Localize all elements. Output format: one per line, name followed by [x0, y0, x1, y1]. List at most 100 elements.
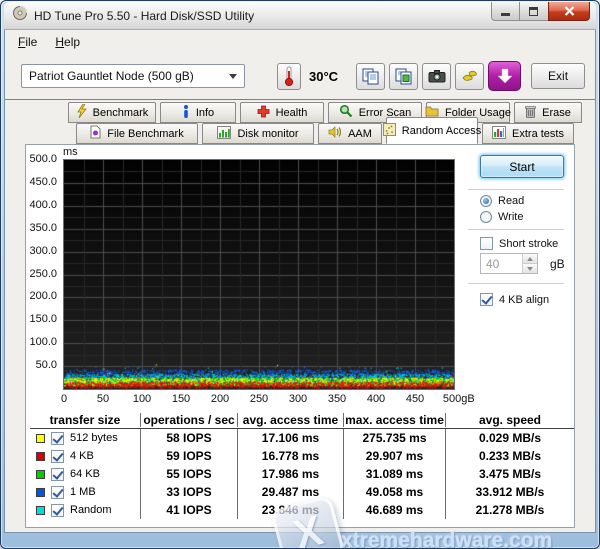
header-avg-access: avg. access time	[237, 413, 343, 427]
iops-value: 59 IOPS	[140, 447, 237, 465]
close-button[interactable]	[548, 2, 590, 21]
download-update-button[interactable]	[488, 61, 521, 91]
y-tick: 500.0	[29, 153, 57, 165]
minimize-icon	[501, 7, 511, 16]
tab-info[interactable]: Info	[160, 102, 236, 123]
y-tick: 150.0	[29, 313, 57, 325]
health-cross-icon	[257, 105, 270, 121]
radio-write[interactable]	[480, 211, 492, 223]
short-stroke-size-value[interactable]: 40	[481, 254, 522, 273]
tab-file-benchmark[interactable]: File Benchmark	[76, 123, 198, 144]
start-button[interactable]: Start	[480, 155, 564, 178]
read-label: Read	[498, 195, 524, 207]
tab-random-access[interactable]: Random Access	[386, 117, 478, 144]
avg-speed-value: 21.278 MB/s	[445, 501, 574, 519]
avg-speed-value: 3.475 MB/s	[445, 465, 574, 483]
series-checkbox[interactable]	[51, 450, 64, 463]
series-label: 4 KB	[70, 450, 94, 462]
spin-down-button[interactable]	[523, 263, 537, 273]
y-tick: 350.0	[29, 222, 57, 234]
x-tick: 100	[133, 393, 151, 405]
x-tick: 350	[328, 393, 346, 405]
triangle-up-icon	[527, 257, 533, 261]
down-arrow-icon	[497, 68, 513, 84]
avg-access-value: 23.846 ms	[237, 501, 343, 519]
results-table: transfer size operations / sec avg. acce…	[30, 411, 574, 519]
temperature-value: 30°C	[309, 69, 338, 84]
drive-select-dropdown[interactable]: Patriot Gauntlet Node (500 gB)	[21, 64, 245, 88]
align-option[interactable]: 4 KB align	[480, 293, 549, 306]
screenshot-button[interactable]	[422, 63, 451, 90]
drive-select-value: Patriot Gauntlet Node (500 gB)	[29, 69, 194, 83]
maximize-icon	[529, 7, 539, 16]
x-tick: 50	[97, 393, 109, 405]
tab-disk-monitor[interactable]: Disk monitor	[202, 123, 314, 144]
short-stroke-option[interactable]: Short stroke	[480, 237, 558, 250]
header-avg-speed: avg. speed	[445, 413, 574, 427]
short-stroke-unit: gB	[550, 257, 565, 271]
tab-extra-tests[interactable]: Extra tests	[482, 123, 574, 144]
max-access-value: 49.058 ms	[343, 483, 445, 501]
file-page-icon	[90, 125, 101, 142]
x-tick: 450	[406, 393, 424, 405]
short-stroke-size-spinner[interactable]: 40	[480, 253, 538, 274]
donate-button[interactable]	[455, 63, 484, 90]
tab-label: Random Access	[402, 125, 481, 137]
camera-icon	[428, 69, 446, 83]
table-row: 64 KB 55 IOPS 17.986 ms 31.089 ms 3.475 …	[30, 465, 574, 483]
iops-value: 58 IOPS	[140, 429, 237, 447]
menu-file[interactable]: File	[9, 32, 46, 52]
exit-button[interactable]: Exit	[531, 63, 585, 89]
tab-row-1: Benchmark Info Health Error Scan Folder …	[68, 102, 582, 123]
series-checkbox[interactable]	[51, 432, 64, 445]
read-option[interactable]: Read	[480, 195, 524, 207]
y-tick: 250.0	[29, 268, 57, 280]
y-axis-unit: ms	[63, 146, 78, 158]
avg-speed-value: 33.912 MB/s	[445, 483, 574, 501]
results-table-header: transfer size operations / sec avg. acce…	[30, 411, 574, 429]
short-stroke-checkbox[interactable]	[480, 237, 493, 250]
copy-image-icon	[395, 68, 413, 85]
copy-image-button[interactable]	[389, 63, 418, 90]
menu-help[interactable]: Help	[46, 32, 89, 52]
x-tick: 0	[61, 393, 67, 405]
write-option[interactable]: Write	[480, 211, 523, 223]
header-operations: operations / sec	[140, 413, 237, 427]
window-title: HD Tune Pro 5.50 - Hard Disk/SSD Utility	[34, 9, 254, 23]
x-tick: 200	[211, 393, 229, 405]
tab-label: Extra tests	[512, 128, 564, 140]
speaker-icon	[328, 126, 342, 141]
align-label: 4 KB align	[499, 294, 549, 306]
series-checkbox[interactable]	[51, 504, 64, 517]
tab-erase[interactable]: Erase	[514, 102, 582, 123]
avg-speed-value: 0.029 MB/s	[445, 429, 574, 447]
align-checkbox[interactable]	[480, 293, 493, 306]
table-row: 1 MB 33 IOPS 29.487 ms 49.058 ms 33.912 …	[30, 483, 574, 501]
tab-label: Health	[276, 107, 308, 119]
spin-up-button[interactable]	[523, 254, 537, 263]
max-access-value: 31.089 ms	[343, 465, 445, 483]
title-bar[interactable]: HD Tune Pro 5.50 - Hard Disk/SSD Utility	[4, 2, 596, 30]
series-label: 64 KB	[70, 468, 100, 480]
write-label: Write	[498, 211, 523, 223]
radio-read[interactable]	[480, 195, 492, 207]
tab-benchmark[interactable]: Benchmark	[68, 102, 156, 123]
tab-aam[interactable]: AAM	[318, 123, 382, 144]
triangle-down-icon	[527, 267, 533, 271]
info-icon	[182, 105, 190, 121]
series-color-swatch	[36, 488, 45, 497]
series-color-swatch	[36, 506, 45, 515]
trash-icon	[525, 105, 536, 121]
series-checkbox[interactable]	[51, 468, 64, 481]
maximize-button[interactable]	[520, 2, 548, 21]
copy-to-clipboard-button[interactable]	[356, 63, 385, 90]
tab-health[interactable]: Health	[240, 102, 324, 123]
series-checkbox[interactable]	[51, 486, 64, 499]
temperature-button[interactable]	[277, 63, 301, 90]
separator	[468, 189, 564, 190]
tab-label: Benchmark	[93, 107, 149, 119]
y-tick: 100.0	[29, 336, 57, 348]
random-access-page: ms 500.0450.0400.0350.0300.0250.0200.015…	[25, 144, 575, 528]
minimize-button[interactable]	[491, 2, 520, 21]
avg-access-value: 29.487 ms	[237, 483, 343, 501]
